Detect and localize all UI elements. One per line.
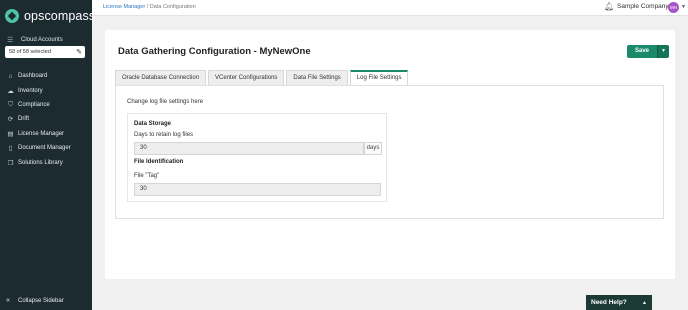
sidebar-item-dashboard[interactable]: ⌂ Dashboard [0, 69, 92, 83]
collapse-sidebar-button[interactable]: « Collapse Sidebar [6, 297, 64, 304]
logo-text: opscompass [24, 9, 96, 23]
double-chevron-left-icon: « [6, 297, 10, 304]
shield-icon: ⛉ [8, 100, 13, 108]
document-icon: ▤ [7, 130, 14, 138]
settings-box: Data Storage Days to retain log files 30… [127, 113, 387, 202]
sidebar-item-label: Drift [18, 116, 29, 123]
chevron-up-icon: ▲ [642, 299, 647, 306]
sidebar-nav: ⌂ Dashboard ☁ Inventory ⛉ Compliance ⟳ D… [0, 69, 92, 170]
sidebar-item-drift[interactable]: ⟳ Drift [0, 112, 92, 126]
file-icon: ▯ [8, 145, 13, 153]
sidebar-item-compliance[interactable]: ⛉ Compliance [0, 98, 92, 112]
file-tag-input[interactable]: 30 [134, 183, 381, 196]
edit-icon[interactable]: ✎ [76, 48, 82, 56]
panel-description: Change log file settings here [127, 99, 204, 105]
save-button-group: Save ▼ [627, 45, 670, 58]
cloud-icon: ☁ [7, 87, 14, 95]
sidebar-item-label: License Manager [18, 130, 65, 137]
breadcrumb-current: Data Configuration [149, 4, 196, 10]
breadcrumb-separator: / [146, 4, 149, 10]
company-name[interactable]: Sample Company [617, 3, 669, 10]
tab-bar: Oracle Database Connection VCenter Confi… [115, 70, 410, 85]
sidebar-item-label: Document Manager [18, 145, 71, 152]
data-storage-title: Data Storage [134, 121, 172, 127]
tab-oracle-database-connection[interactable]: Oracle Database Connection [115, 70, 207, 85]
file-tag-label: File "Tag" [134, 173, 160, 179]
cloud-accounts-header: ☰ Cloud Accounts [7, 36, 63, 44]
sidebar-item-label: Compliance [18, 101, 50, 108]
need-help-button[interactable]: Need Help? ▲ [586, 295, 652, 310]
refresh-icon: ⟳ [7, 116, 14, 124]
days-to-retain-input[interactable]: 30 [134, 142, 364, 155]
save-button[interactable]: Save [627, 45, 658, 58]
sidebar-item-license-manager[interactable]: ▤ License Manager [0, 127, 92, 141]
sidebar-item-inventory[interactable]: ☁ Inventory [0, 83, 92, 97]
sidebar-item-label: Dashboard [18, 73, 48, 80]
sidebar-item-label: Inventory [18, 87, 43, 94]
tab-log-file-settings[interactable]: Log File Settings [349, 70, 409, 85]
sidebar-item-solutions-library[interactable]: ❐ Solutions Library [0, 155, 92, 169]
filter-icon: ☰ [7, 37, 14, 44]
tab-panel: Change log file settings here Data Stora… [115, 85, 664, 219]
avatar[interactable]: MH [668, 2, 679, 13]
sidebar-item-document-manager[interactable]: ▯ Document Manager [0, 141, 92, 155]
copy-icon: ❐ [7, 159, 14, 167]
sidebar-item-label: Solutions Library [18, 159, 63, 166]
account-selector-value: 58 of 58 selected [9, 49, 51, 55]
home-icon: ⌂ [8, 72, 13, 80]
page-title: Data Gathering Configuration - MyNewOne [118, 46, 311, 57]
save-dropdown-chevron-icon[interactable]: ▼ [657, 45, 670, 58]
need-help-label: Need Help? [591, 299, 627, 306]
sidebar: opscompass ☰ Cloud Accounts 58 of 58 sel… [0, 0, 95, 310]
breadcrumb-link-license-manager[interactable]: License Manager [103, 4, 145, 10]
tab-data-file-settings[interactable]: Data File Settings [286, 70, 348, 85]
chevron-down-icon[interactable]: ▼ [681, 4, 686, 10]
cloud-accounts-label: Cloud Accounts [21, 37, 63, 43]
opscompass-logo-icon [5, 9, 19, 23]
tab-vcenter-configurations[interactable]: VCenter Configurations [208, 70, 285, 85]
logo[interactable]: opscompass [5, 9, 95, 23]
breadcrumb: License Manager / Data Configuration [103, 4, 196, 10]
account-selector[interactable]: 58 of 58 selected ✎ [5, 46, 85, 58]
notification-bell-icon[interactable]: 🔔︎ [604, 2, 614, 11]
collapse-sidebar-label: Collapse Sidebar [18, 297, 64, 304]
file-identification-title: File Identification [134, 159, 184, 165]
main-card: Data Gathering Configuration - MyNewOne … [105, 30, 675, 279]
days-to-retain-label: Days to retain log files [134, 132, 194, 138]
top-bar: License Manager / Data Configuration 🔔︎ … [92, 0, 688, 16]
days-unit-addon: days [364, 142, 382, 155]
